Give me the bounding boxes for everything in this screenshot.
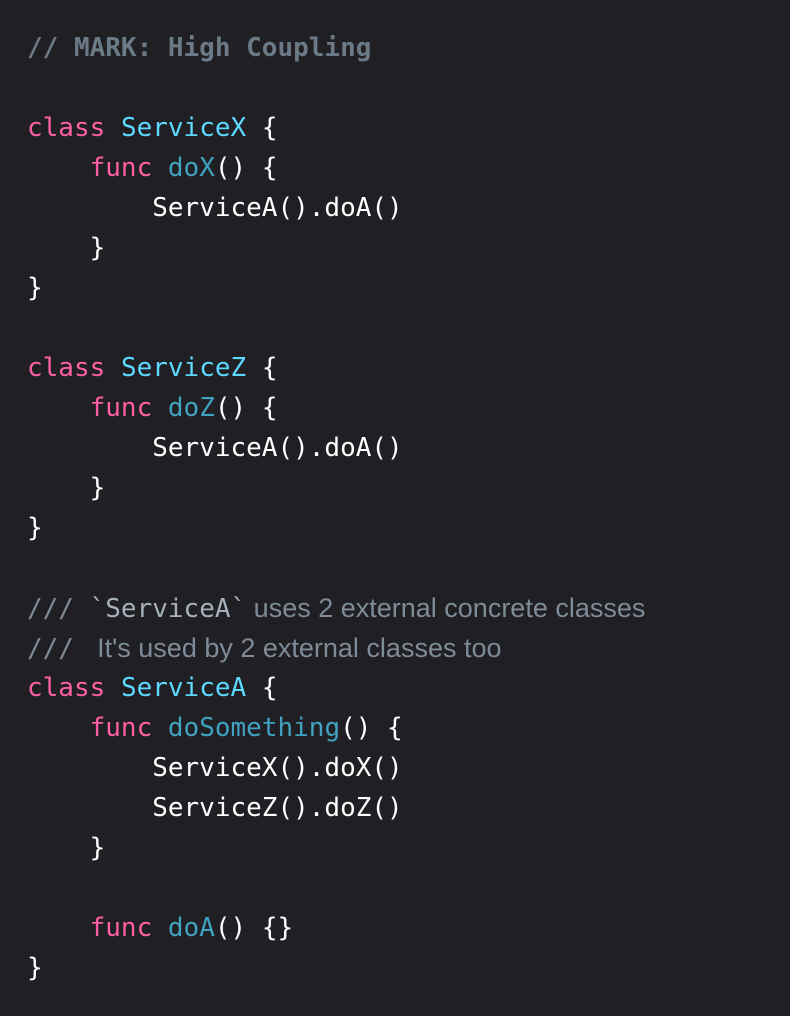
code-line[interactable]: ServiceZ().doZ() — [27, 788, 790, 828]
code-line[interactable]: // MARK: High Coupling — [27, 28, 790, 68]
func-token: doZ — [167, 393, 215, 423]
plain-token: ServiceX().doX() — [27, 753, 403, 783]
plain-token: () {} — [214, 913, 294, 943]
plain-token: } — [27, 833, 106, 863]
comment-token: /// — [27, 634, 90, 664]
comment-token: /// — [27, 594, 90, 624]
plain-token: { — [246, 673, 278, 703]
code-line[interactable]: func doSomething() { — [27, 708, 790, 748]
plain-token: () { — [214, 393, 278, 423]
code-line[interactable]: } — [27, 228, 790, 268]
plain-token: ServiceZ().doZ() — [27, 793, 403, 823]
plain-token: ServiceA().doA() — [27, 433, 403, 463]
plain-token: } — [27, 273, 43, 303]
code-line[interactable]: } — [27, 828, 790, 868]
keyword-token: class — [27, 113, 106, 143]
plain-token: } — [27, 473, 106, 503]
code-line[interactable]: func doX() { — [27, 148, 790, 188]
code-line[interactable]: func doA() {} — [27, 908, 790, 948]
type-token: ServiceX — [120, 113, 247, 143]
blank-line[interactable] — [27, 68, 790, 108]
doc-prose-token: It's used by 2 external classes too — [89, 633, 502, 663]
plain-token: { — [246, 353, 278, 383]
code-line[interactable]: class ServiceZ { — [27, 348, 790, 388]
doc-prose-token: uses 2 external concrete classes — [246, 593, 646, 623]
func-token: doSomething — [167, 713, 341, 743]
keyword-token: func — [89, 153, 153, 183]
plain-token: () { — [214, 153, 278, 183]
type-token: ServiceA — [120, 673, 247, 703]
blank-line[interactable] — [27, 308, 790, 348]
code-editor[interactable]: // MARK: High Coupling class ServiceX { … — [0, 0, 790, 1016]
plain-token: } — [27, 953, 43, 983]
func-token: doX — [167, 153, 215, 183]
code-line[interactable]: class ServiceX { — [27, 108, 790, 148]
keyword-token: func — [89, 713, 153, 743]
code-line[interactable]: ServiceA().doA() — [27, 188, 790, 228]
keyword-token: func — [89, 913, 153, 943]
code-line[interactable]: class ServiceA { — [27, 668, 790, 708]
keyword-token: func — [89, 393, 153, 423]
type-token: ServiceZ — [120, 353, 247, 383]
plain-token: ServiceA().doA() — [27, 193, 403, 223]
code-line[interactable]: ServiceA().doA() — [27, 428, 790, 468]
plain-token: } — [27, 513, 43, 543]
code-line[interactable]: } — [27, 948, 790, 988]
code-line[interactable]: func doZ() { — [27, 388, 790, 428]
code-line[interactable]: } — [27, 268, 790, 308]
code-line[interactable]: /// `ServiceA` uses 2 external concrete … — [27, 588, 790, 628]
code-line[interactable]: } — [27, 468, 790, 508]
keyword-token: class — [27, 673, 106, 703]
code-line[interactable]: /// It's used by 2 external classes too — [27, 628, 790, 668]
mark-comment-token: // MARK: High Coupling — [27, 33, 372, 63]
plain-token: () { — [340, 713, 403, 743]
code-line[interactable]: ServiceX().doX() — [27, 748, 790, 788]
plain-token: } — [27, 233, 106, 263]
keyword-token: class — [27, 353, 106, 383]
doc-code-token: `ServiceA` — [89, 594, 247, 624]
plain-token: { — [246, 113, 278, 143]
blank-line[interactable] — [27, 548, 790, 588]
blank-line[interactable] — [27, 868, 790, 908]
code-line[interactable]: } — [27, 508, 790, 548]
func-token: doA — [167, 913, 215, 943]
